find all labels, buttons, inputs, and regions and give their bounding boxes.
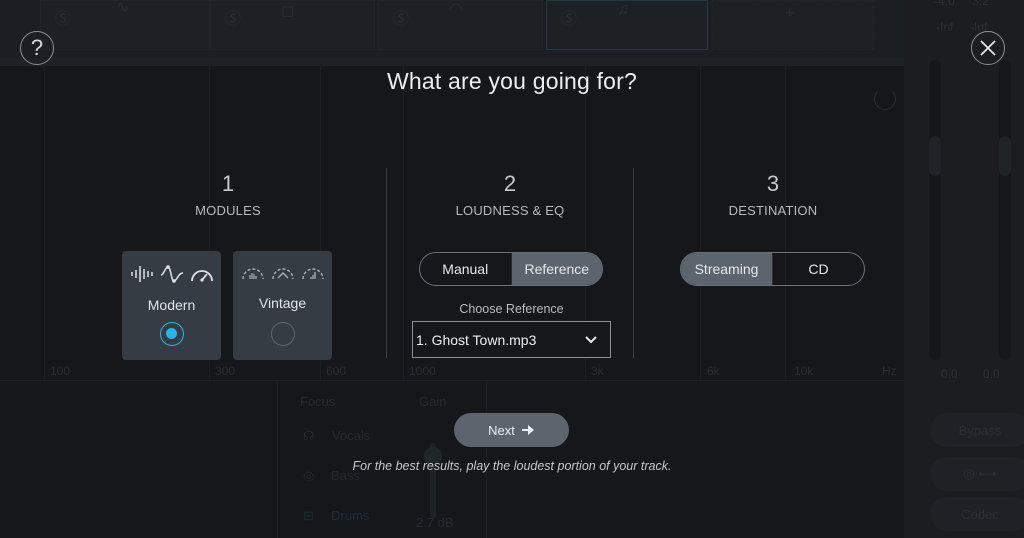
freq-label: 10k [794, 364, 814, 378]
eq-curve-icon [160, 265, 183, 283]
module-slot-selected: Ⓢ ♫ [546, 0, 708, 50]
next-label: Next [488, 422, 515, 438]
tuning-icon: ♫ [617, 1, 629, 18]
next-button[interactable]: Next [454, 413, 569, 447]
step-modules: 1 MODULES [128, 170, 328, 218]
reference-dropdown[interactable]: 1. Ghost Town.mp3 [412, 321, 611, 358]
arrow-right-icon [521, 425, 534, 435]
destination-toggle: Streaming CD [680, 252, 865, 286]
step-number: 1 [221, 171, 235, 196]
focus-item-vocals: Vocals [332, 428, 371, 443]
gain-value: 2.7 dB [416, 515, 454, 530]
focus-header: Focus [300, 394, 336, 409]
module-option-vintage[interactable]: Vintage [233, 251, 332, 360]
close-button[interactable] [971, 31, 1005, 65]
module-slot-add: + [712, 0, 874, 50]
imager-icon: ◻ [281, 3, 295, 20]
vintage-eq-icon [271, 268, 294, 280]
help-button[interactable]: ? [20, 31, 54, 65]
dialog-title: What are you going for? [386, 68, 638, 94]
freq-label: 1000 [409, 364, 436, 378]
close-x-icon [980, 40, 996, 56]
step-loudness-eq: 2 LOUDNESS & EQ [410, 170, 610, 218]
loudness-mode-toggle: Manual Reference [419, 252, 603, 286]
loudness-mode-reference[interactable]: Reference [510, 253, 602, 285]
gauge-icon [190, 270, 213, 282]
fader-value-r: 0.0 [983, 367, 1000, 381]
divider [633, 168, 634, 358]
step-destination: 3 DESTINATION [673, 170, 873, 218]
module-slot-maximizer: Ⓢ ◠ [378, 0, 543, 50]
fader-value-l: 0.0 [941, 367, 958, 381]
freq-label: 300 [215, 364, 236, 378]
freq-label: Hz [882, 364, 897, 378]
hint-text: For the best results, play the loudest p… [352, 459, 672, 473]
freq-label: 6k [707, 364, 720, 378]
step-number: 2 [503, 171, 517, 196]
vintage-dynamics-icon [241, 268, 264, 280]
question-mark-icon: ? [30, 35, 44, 60]
reference-selected-value: 1. Ghost Town.mp3 [416, 331, 537, 348]
destination-streaming[interactable]: Streaming [681, 253, 772, 285]
fader-right [999, 60, 1011, 360]
freq-label: 600 [326, 364, 347, 378]
focus-item-drums: Drums [331, 508, 370, 523]
choose-reference-label: Choose Reference [459, 302, 564, 316]
drum-icon: ⊟ [303, 508, 314, 523]
codec-button: Codec [930, 497, 1024, 531]
bypass-button: Bypass [930, 413, 1024, 447]
step-label: MODULES [195, 203, 261, 218]
waveform-icon [130, 266, 153, 282]
freq-label: 100 [50, 364, 71, 378]
meter-rms-l: -Inf [936, 20, 954, 34]
step-label: DESTINATION [728, 203, 818, 218]
module-option-modern[interactable]: Modern [122, 251, 221, 360]
divider [386, 168, 387, 358]
solo-icon: Ⓢ [393, 11, 410, 28]
module-name: Vintage [258, 295, 307, 311]
step-label: LOUDNESS & EQ [455, 203, 565, 218]
add-icon: + [785, 5, 795, 22]
vocals-icon: ☊ [303, 428, 315, 443]
solo-icon: Ⓢ [225, 11, 242, 28]
gauge-icon: ◠ [449, 1, 463, 18]
module-name: Modern [147, 297, 196, 313]
destination-cd[interactable]: CD [772, 253, 864, 285]
module-slot-eq: Ⓢ ∿ [40, 0, 210, 50]
loudness-mode-manual[interactable]: Manual [420, 253, 511, 285]
step-number: 3 [766, 171, 780, 196]
meter-peak-r: -3.2 [968, 0, 989, 8]
module-slot-imager: Ⓢ ◻ [210, 0, 375, 50]
solo-icon: Ⓢ [561, 11, 578, 28]
vintage-limiter-icon [301, 268, 324, 280]
meter-peak-l: -4.0 [934, 0, 955, 8]
fader-left [929, 60, 941, 360]
gain-header: Gain [419, 394, 447, 409]
solo-icon: Ⓢ [55, 11, 72, 28]
radio-modern-selected[interactable] [160, 322, 184, 346]
freq-label: 3k [591, 364, 604, 378]
chevron-down-icon [585, 336, 597, 344]
eq-curve-icon: ∿ [116, 0, 130, 16]
radio-vintage[interactable] [271, 322, 295, 346]
